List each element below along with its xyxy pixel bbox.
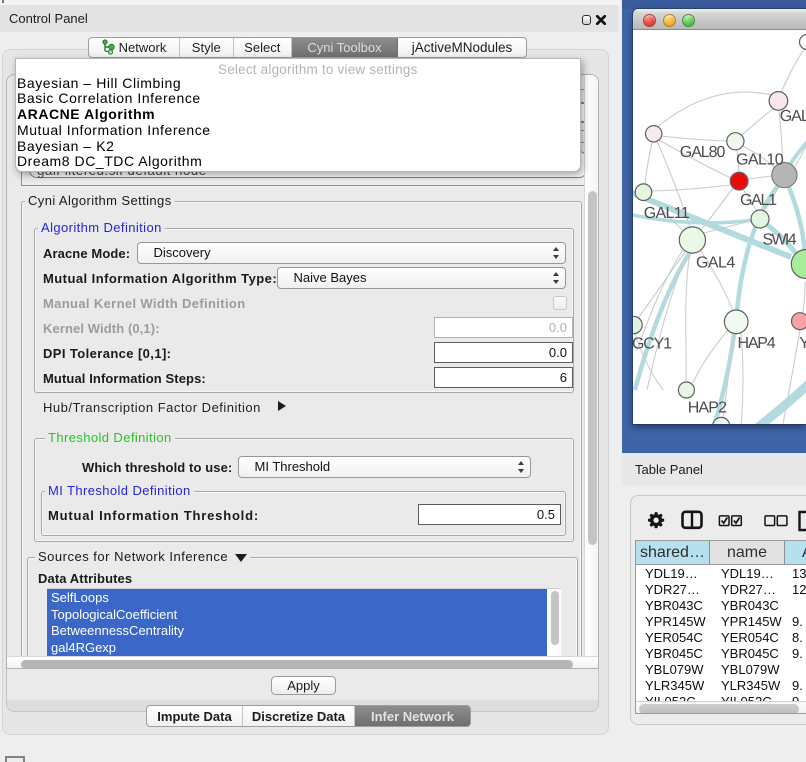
svg-text:GAL80: GAL80 [680,144,726,161]
svg-text:SWI4: SWI4 [763,231,797,248]
svg-text:HAP2: HAP2 [688,399,727,416]
svg-text:GCY1: GCY1 [633,336,672,353]
svg-text:GAL10: GAL10 [736,152,784,169]
svg-text:GAL7: GAL7 [780,108,806,125]
svg-text:HAP4: HAP4 [738,335,776,352]
svg-text:GAL1: GAL1 [740,192,777,209]
svg-text:GAL4: GAL4 [696,255,735,272]
svg-text:YM: YM [799,335,806,352]
svg-text:GAL11: GAL11 [644,205,690,222]
